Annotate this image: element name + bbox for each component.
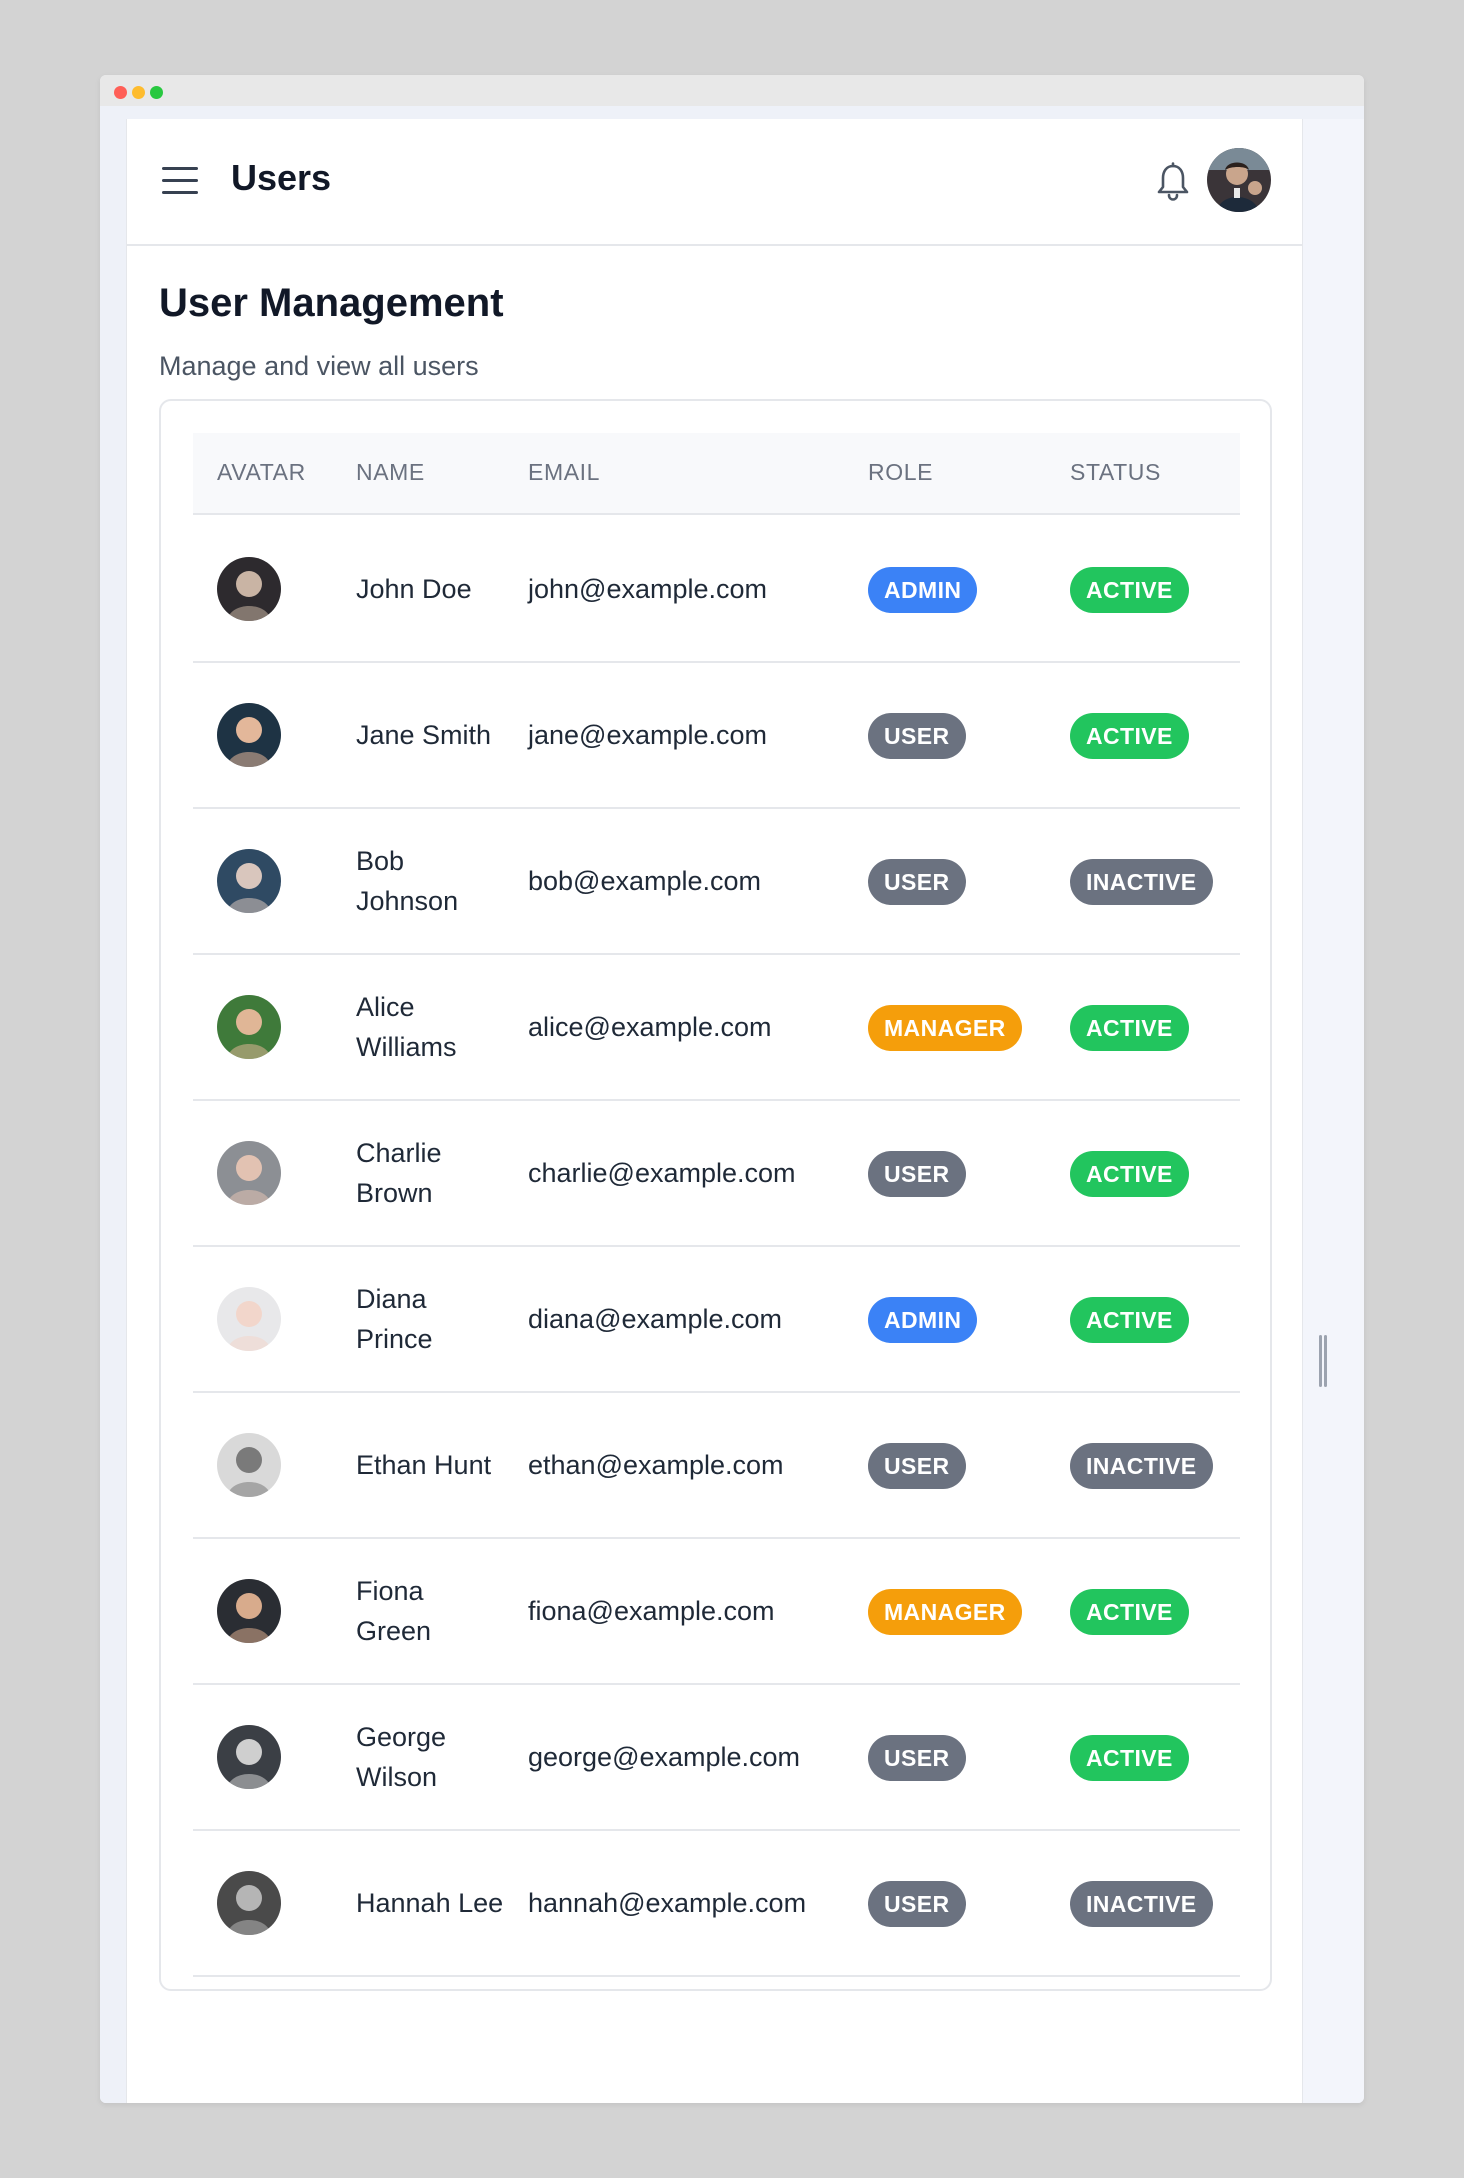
close-window-button[interactable] bbox=[114, 86, 127, 99]
status-badge: INACTIVE bbox=[1070, 1881, 1213, 1927]
table-row[interactable]: Fiona Green fiona@example.com MANAGER ACTIV… bbox=[193, 1539, 1240, 1685]
role-badge: USER bbox=[868, 1735, 966, 1781]
user-avatar bbox=[217, 1433, 281, 1497]
user-name: Fiona Green bbox=[356, 1576, 432, 1646]
status-badge: ACTIVE bbox=[1070, 1297, 1189, 1343]
role-badge: ADMIN bbox=[868, 567, 978, 613]
role-badge: USER bbox=[868, 1151, 966, 1197]
user-name: Charlie Brown bbox=[356, 1138, 442, 1208]
app-container: Users User Management Manage and view al… bbox=[126, 119, 1303, 2103]
table-row[interactable]: Alice Williams alice@example.com MANAGER AC… bbox=[193, 955, 1240, 1101]
maximize-window-button[interactable] bbox=[150, 86, 163, 99]
role-badge: MANAGER bbox=[868, 1005, 1022, 1051]
user-name: Jane Smith bbox=[356, 720, 492, 750]
user-avatar[interactable] bbox=[1207, 148, 1271, 212]
minimize-window-button[interactable] bbox=[132, 86, 145, 99]
table-row[interactable]: Ethan Hunt ethan@example.com USER INACTIVE bbox=[193, 1393, 1240, 1539]
column-header-avatar: AVATAR bbox=[217, 459, 306, 485]
user-email: jane@example.com bbox=[528, 719, 768, 750]
top-app-bar: Users bbox=[127, 119, 1302, 246]
user-avatar bbox=[217, 1871, 281, 1935]
user-name: John Doe bbox=[356, 574, 472, 604]
table-row[interactable]: Hannah Lee hannah@example.com USER INACTIVE bbox=[193, 1831, 1240, 1977]
status-badge: ACTIVE bbox=[1070, 567, 1189, 613]
page-title: User Management bbox=[159, 281, 504, 325]
user-email: ethan@example.com bbox=[528, 1449, 784, 1480]
table-row[interactable]: John Doe john@example.com ADMIN ACTIVE bbox=[193, 517, 1240, 663]
user-email: charlie@example.com bbox=[528, 1157, 796, 1188]
role-badge: ADMIN bbox=[868, 1297, 978, 1343]
user-name: Hannah Lee bbox=[356, 1888, 504, 1918]
user-email: fiona@example.com bbox=[528, 1595, 775, 1626]
status-badge: INACTIVE bbox=[1070, 1443, 1213, 1489]
left-gutter bbox=[100, 106, 126, 2103]
user-name: Diana Prince bbox=[356, 1284, 433, 1354]
role-badge: USER bbox=[868, 1881, 966, 1927]
users-table-card: AVATAR NAME EMAIL ROLE STATUS John Doe jo… bbox=[159, 399, 1272, 1991]
table-row[interactable]: Jane Smith jane@example.com USER ACTIVE bbox=[193, 663, 1240, 809]
user-avatar bbox=[217, 557, 281, 621]
user-email: bob@example.com bbox=[528, 865, 762, 896]
column-header-email: EMAIL bbox=[528, 459, 601, 485]
column-header-name: NAME bbox=[356, 459, 425, 485]
user-avatar bbox=[217, 1287, 281, 1351]
user-email: john@example.com bbox=[528, 573, 768, 604]
browser-window: Users User Management Manage and view al… bbox=[100, 75, 1364, 2103]
column-header-status: STATUS bbox=[1070, 459, 1161, 485]
user-avatar bbox=[217, 1725, 281, 1789]
status-badge: ACTIVE bbox=[1070, 1589, 1189, 1635]
table-row[interactable]: Bob Johnson bob@example.com USER INACTIVE bbox=[193, 809, 1240, 955]
window-titlebar bbox=[100, 75, 1364, 106]
role-badge: MANAGER bbox=[868, 1589, 1022, 1635]
user-name: Ethan Hunt bbox=[356, 1450, 492, 1480]
status-badge: ACTIVE bbox=[1070, 1735, 1189, 1781]
table-row[interactable]: George Wilson george@example.com USER ACTIV… bbox=[193, 1685, 1240, 1831]
user-avatar bbox=[217, 995, 281, 1059]
table-header: AVATAR NAME EMAIL ROLE STATUS bbox=[193, 433, 1240, 515]
user-email: diana@example.com bbox=[528, 1303, 783, 1334]
table-row[interactable]: Diana Prince diana@example.com ADMIN ACTIVE bbox=[193, 1247, 1240, 1393]
user-avatar bbox=[217, 1141, 281, 1205]
user-name: Alice Williams bbox=[356, 992, 457, 1062]
user-avatar bbox=[217, 703, 281, 767]
user-avatar bbox=[217, 1579, 281, 1643]
role-badge: USER bbox=[868, 859, 966, 905]
user-email: alice@example.com bbox=[528, 1011, 772, 1042]
user-email: george@example.com bbox=[528, 1741, 801, 1772]
user-email: hannah@example.com bbox=[528, 1887, 807, 1918]
user-name: Bob Johnson bbox=[356, 846, 459, 916]
user-avatar bbox=[217, 849, 281, 913]
status-badge: ACTIVE bbox=[1070, 1005, 1189, 1051]
status-badge: ACTIVE bbox=[1070, 1151, 1189, 1197]
column-header-role: ROLE bbox=[868, 459, 934, 485]
status-badge: INACTIVE bbox=[1070, 859, 1213, 905]
hamburger-menu-icon[interactable] bbox=[162, 163, 200, 197]
role-badge: USER bbox=[868, 1443, 966, 1489]
status-badge: ACTIVE bbox=[1070, 713, 1189, 759]
user-name: George Wilson bbox=[356, 1722, 447, 1792]
role-badge: USER bbox=[868, 713, 966, 759]
resize-gutter bbox=[1303, 119, 1364, 2103]
page-subtitle: Manage and view all users bbox=[159, 351, 479, 381]
bell-icon[interactable] bbox=[1153, 161, 1193, 203]
app-bar-title: Users bbox=[231, 157, 332, 198]
resize-drag-handle[interactable] bbox=[1318, 1335, 1328, 1387]
table-row[interactable]: Charlie Brown charlie@example.com USER ACTI… bbox=[193, 1101, 1240, 1247]
